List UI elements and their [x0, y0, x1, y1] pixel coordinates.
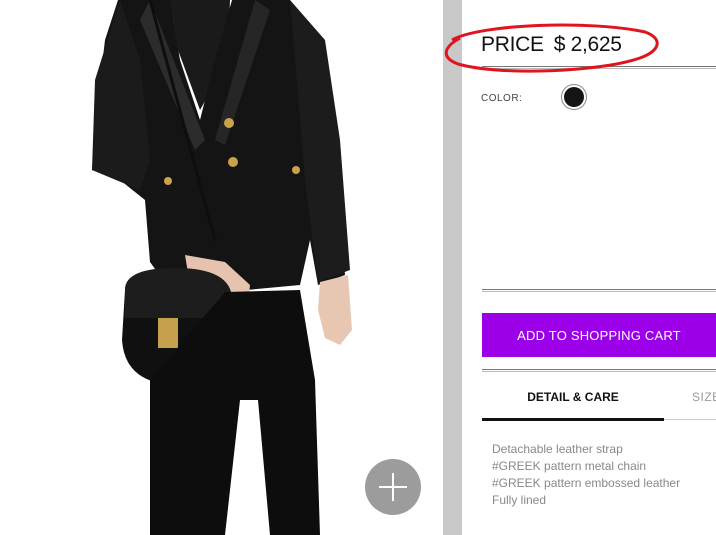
color-label: COLOR: — [481, 93, 523, 104]
list-item: Detachable leather strap — [492, 442, 623, 456]
product-image-panel — [0, 0, 443, 535]
product-info-panel: PRICE $ 2,625 COLOR: ADD TO SHOPPING CART… — [462, 0, 716, 535]
price-label: PRICE — [481, 33, 544, 56]
divider — [482, 289, 716, 292]
divider — [482, 66, 716, 69]
tab-underline — [664, 419, 716, 420]
tab-detail-care[interactable]: DETAIL & CARE — [482, 390, 664, 404]
detail-list: Detachable leather strap #GREEK pattern … — [492, 441, 680, 509]
color-swatch[interactable] — [564, 87, 584, 107]
product-photo — [92, 0, 352, 535]
zoom-button[interactable] — [365, 459, 421, 515]
price-value: $ 2,625 — [553, 33, 622, 56]
active-tab-indicator — [482, 418, 664, 421]
list-item: #GREEK pattern embossed leather — [492, 476, 681, 490]
list-item: #GREEK pattern metal chain — [492, 459, 647, 473]
price: PRICE $ 2,625 — [481, 33, 622, 57]
panel-divider — [443, 0, 462, 535]
tab-size[interactable]: SIZE — [692, 390, 716, 404]
list-item: Fully lined — [492, 493, 547, 507]
add-to-cart-button[interactable]: ADD TO SHOPPING CART — [482, 313, 716, 357]
divider — [482, 369, 716, 372]
